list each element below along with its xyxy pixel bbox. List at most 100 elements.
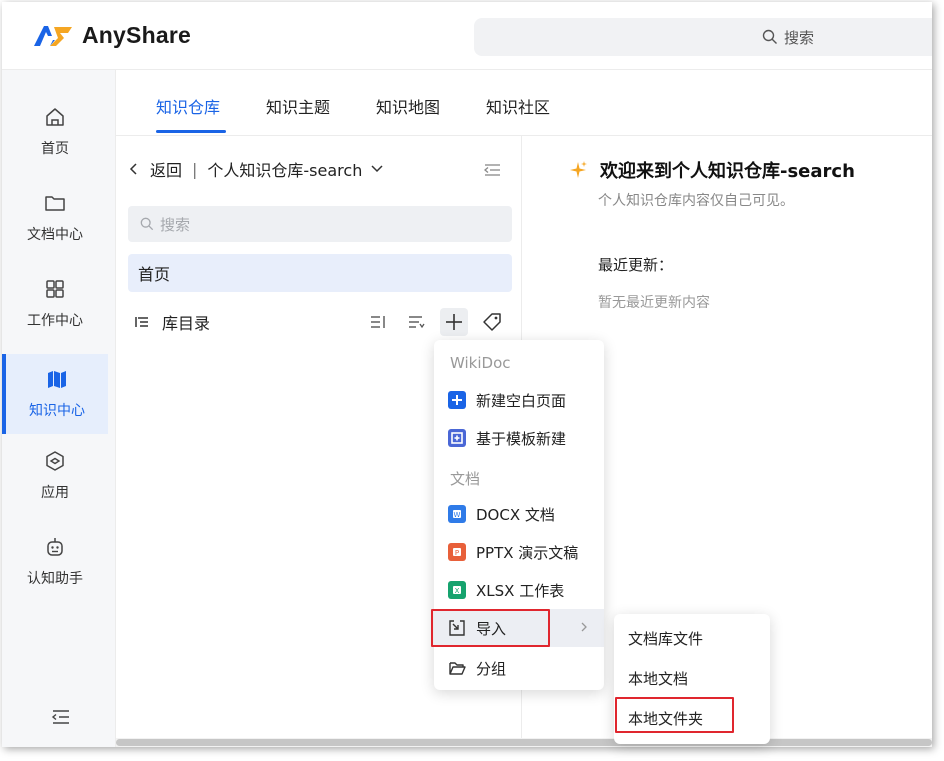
chevron-right-icon xyxy=(581,622,587,632)
menu-item-label: 新建空白页面 xyxy=(476,391,567,410)
home-icon xyxy=(46,108,64,126)
menu-group-wikidoc: WikiDoc xyxy=(450,354,511,372)
tab-knowledge-topic[interactable]: 知识主题 xyxy=(266,94,330,118)
pptx-icon: P xyxy=(448,543,466,561)
docx-icon: W xyxy=(448,505,466,523)
library-name: 个人知识仓库-search xyxy=(207,161,363,180)
tree-item-label: 首页 xyxy=(138,265,171,284)
nav-item-work[interactable]: 工作中心 xyxy=(2,264,108,344)
menu-item-from-template[interactable]: 基于模板新建 xyxy=(434,419,604,457)
plus-icon xyxy=(446,314,462,330)
menu-item-label: DOCX 文档 xyxy=(476,505,555,524)
knowledge-tabs: 知识仓库 知识主题 知识地图 知识社区 xyxy=(116,70,932,136)
submenu-item-local-folder[interactable]: 本地文件夹 xyxy=(614,698,770,738)
group-folder-icon xyxy=(449,662,466,675)
robot-icon xyxy=(47,538,63,556)
top-header: AnyShare 搜索 xyxy=(2,2,932,70)
nav-item-documents[interactable]: 文档中心 xyxy=(2,178,108,258)
nav-label: 首页 xyxy=(41,141,69,157)
expand-all-button[interactable] xyxy=(364,308,392,336)
nav-label: 文档中心 xyxy=(27,227,83,243)
chevron-left-icon xyxy=(129,163,137,175)
menu-item-label: 分组 xyxy=(476,659,507,678)
submenu-item-label: 文档库文件 xyxy=(628,629,704,648)
menu-item-import[interactable]: 导入 xyxy=(434,609,604,647)
back-label: 返回 xyxy=(150,161,183,180)
expand-all-icon xyxy=(371,316,385,328)
active-tab-indicator xyxy=(156,130,226,133)
sort-icon xyxy=(409,316,425,329)
library-switcher[interactable]: 个人知识仓库-search xyxy=(207,157,384,181)
library-directory-row: 库目录 xyxy=(134,308,506,336)
nav-item-knowledge[interactable]: 知识中心 xyxy=(2,354,108,434)
app-hex-icon xyxy=(46,451,64,471)
directory-toolbar xyxy=(364,308,506,336)
tab-knowledge-repo[interactable]: 知识仓库 xyxy=(156,94,220,118)
menu-item-group[interactable]: 分组 xyxy=(434,649,604,687)
nav-item-apps[interactable]: 应用 xyxy=(2,436,108,516)
xlsx-icon: X xyxy=(448,581,466,599)
global-search-input[interactable]: 搜索 xyxy=(474,18,932,56)
left-navigation: 首页 文档中心 工作中心 知识中心 应用 认知助手 xyxy=(2,70,116,747)
tree-search-placeholder: 搜索 xyxy=(160,215,191,234)
submenu-item-local-document[interactable]: 本地文档 xyxy=(614,658,770,698)
nav-label: 应用 xyxy=(41,485,69,501)
separator: | xyxy=(192,159,198,179)
import-icon xyxy=(449,620,465,636)
collapse-nav-icon[interactable] xyxy=(50,706,72,728)
svg-text:P: P xyxy=(455,549,459,557)
nav-label: 知识中心 xyxy=(29,403,85,419)
submenu-item-label: 本地文档 xyxy=(628,669,689,688)
import-submenu: 文档库文件 本地文档 本地文件夹 xyxy=(614,614,770,744)
svg-text:X: X xyxy=(455,587,460,595)
tab-knowledge-map[interactable]: 知识地图 xyxy=(376,94,440,118)
tag-icon xyxy=(483,313,501,331)
nav-label: 工作中心 xyxy=(27,313,83,329)
scrollbar-thumb[interactable] xyxy=(116,739,932,746)
chevron-down-icon xyxy=(371,165,383,173)
nav-label: 认知助手 xyxy=(27,571,83,587)
tag-button[interactable] xyxy=(478,308,506,336)
horizontal-scrollbar[interactable] xyxy=(116,738,932,747)
tree-search-input[interactable]: 搜索 xyxy=(128,206,512,242)
anyshare-logo-icon xyxy=(34,25,72,46)
app-name: AnyShare xyxy=(82,22,191,48)
directory-icon xyxy=(135,317,148,327)
tab-knowledge-community[interactable]: 知识社区 xyxy=(486,94,550,118)
menu-item-label: 导入 xyxy=(476,619,507,638)
new-page-icon xyxy=(448,391,466,409)
library-header: 返回 | 个人知识仓库-search xyxy=(128,158,384,180)
directory-label: 库目录 xyxy=(162,314,211,333)
menu-item-pptx[interactable]: P PPTX 演示文稿 xyxy=(434,533,604,571)
menu-item-docx[interactable]: W DOCX 文档 xyxy=(434,495,604,533)
menu-group-document: 文档 xyxy=(450,470,481,488)
menu-item-new-blank-page[interactable]: 新建空白页面 xyxy=(434,381,604,419)
menu-item-label: XLSX 工作表 xyxy=(476,581,565,600)
template-icon xyxy=(448,429,466,447)
menu-item-xlsx[interactable]: X XLSX 工作表 xyxy=(434,571,604,609)
welcome-title: 欢迎来到个人知识仓库-search xyxy=(600,161,855,182)
map-book-icon xyxy=(48,371,66,388)
search-icon xyxy=(140,217,154,231)
recent-updates-empty: 暂无最近更新内容 xyxy=(598,295,710,311)
grid-icon xyxy=(46,280,64,298)
nav-item-home[interactable]: 首页 xyxy=(2,92,108,172)
add-button[interactable] xyxy=(440,308,468,336)
welcome-heading: 欢迎来到个人知识仓库-search xyxy=(568,157,855,183)
sort-button[interactable] xyxy=(402,308,430,336)
search-icon xyxy=(762,29,777,44)
recent-updates-title: 最近更新： xyxy=(598,256,674,274)
welcome-subtitle: 个人知识仓库内容仅自己可见。 xyxy=(598,193,794,209)
add-dropdown-menu: WikiDoc 新建空白页面 基于模板新建 文档 W DOCX 文档 P PPT… xyxy=(434,340,604,690)
tree-item-home[interactable]: 首页 xyxy=(128,254,512,292)
back-button[interactable]: 返回 xyxy=(128,157,182,181)
nav-item-assistant[interactable]: 认知助手 xyxy=(2,522,108,602)
global-search-placeholder: 搜索 xyxy=(784,28,815,47)
collapse-tree-icon[interactable] xyxy=(482,160,502,180)
submenu-item-library-file[interactable]: 文档库文件 xyxy=(614,618,770,658)
submenu-item-label: 本地文件夹 xyxy=(628,709,704,728)
menu-item-label: 基于模板新建 xyxy=(476,429,567,448)
sparkle-icon xyxy=(570,161,587,178)
anyshare-logo[interactable]: AnyShare xyxy=(34,22,191,49)
folder-icon xyxy=(45,196,65,211)
